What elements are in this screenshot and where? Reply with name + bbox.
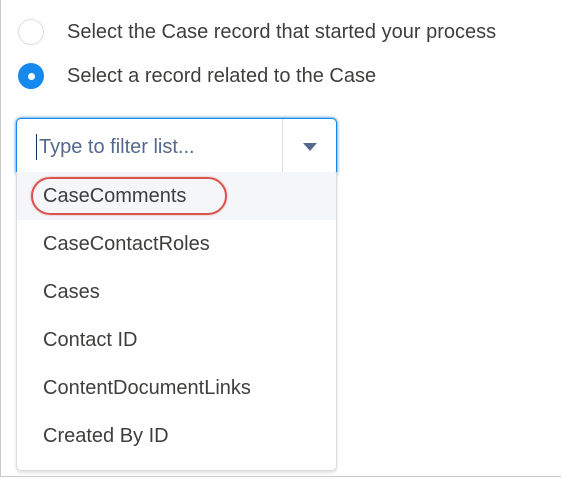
option-label: CaseComments (43, 184, 187, 207)
dropdown-option-content-document-links[interactable]: ContentDocumentLinks (17, 364, 336, 412)
option-label: ContentDocumentLinks (43, 376, 251, 399)
dropdown-option-cases[interactable]: Cases (17, 268, 336, 316)
dropdown-toggle-button[interactable] (283, 119, 336, 175)
caret-down-icon (302, 143, 317, 151)
option-label: Created By ID (43, 424, 169, 447)
radio-label: Select the Case record that started your… (67, 20, 497, 43)
option-label: Cases (43, 280, 100, 303)
filter-input[interactable]: Type to filter list... (17, 119, 283, 175)
radio-label: Select a record related to the Case (67, 64, 377, 87)
dropdown-option-case-contact-roles[interactable]: CaseContactRoles (17, 220, 336, 268)
dropdown-option-created-by-id[interactable]: Created By ID (17, 412, 336, 460)
option-label: CaseContactRoles (43, 232, 210, 255)
dropdown-option-case-comments[interactable]: CaseComments (17, 172, 336, 220)
option-label: Contact ID (43, 328, 138, 351)
dropdown-option-contact-id[interactable]: Contact ID (17, 316, 336, 364)
radio-option-related-record[interactable]: Select a record related to the Case (18, 60, 376, 92)
radio-button-checked[interactable] (18, 63, 44, 89)
radio-button-unchecked[interactable] (18, 19, 44, 45)
radio-option-started-record[interactable]: Select the Case record that started your… (18, 16, 496, 48)
record-dropdown-list: CaseComments CaseContactRoles Cases Cont… (16, 172, 337, 471)
record-filter-combobox[interactable]: Type to filter list... (16, 118, 337, 176)
text-cursor (36, 134, 37, 160)
filter-placeholder: Type to filter list... (39, 135, 195, 158)
